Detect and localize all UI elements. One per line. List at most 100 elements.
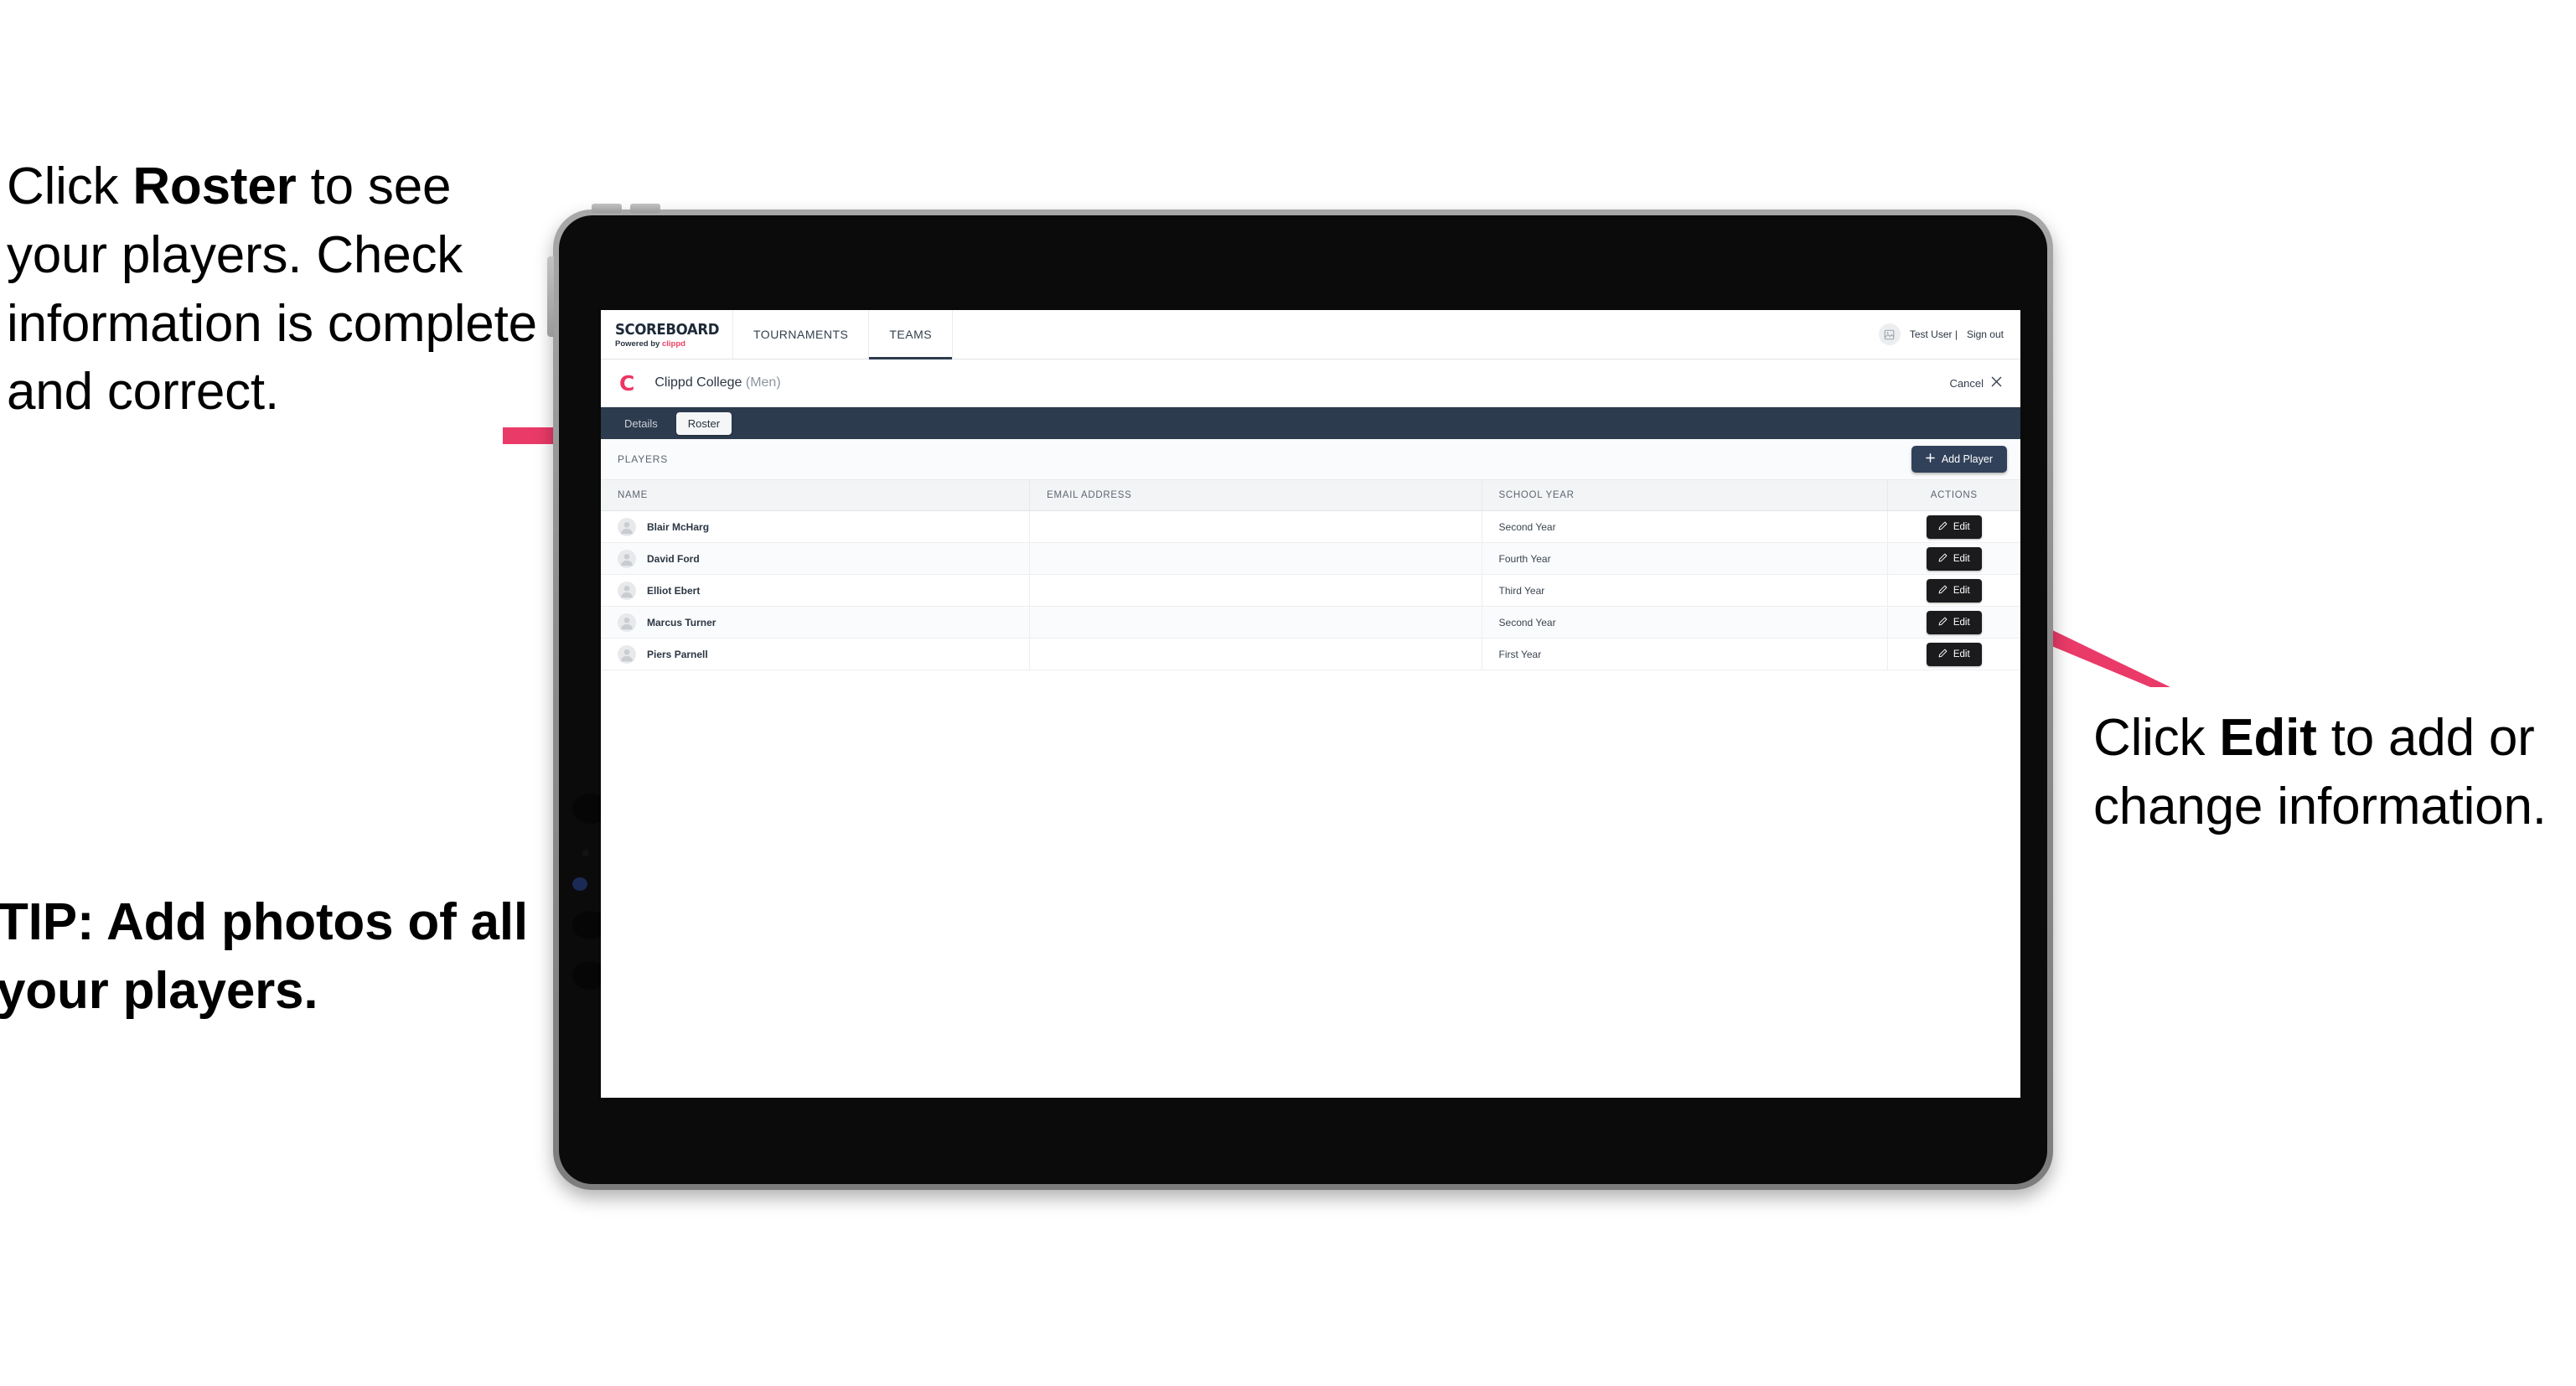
annotation-left-pre: Click [7,158,133,215]
table-row: David Ford Fourth Year Edit [601,542,2020,575]
edit-button[interactable]: Edit [1926,610,1982,634]
add-player-label: Add Player [1941,453,1993,465]
school-year-label: Third Year [1498,584,1545,597]
column-header-school-year: SCHOOL YEAR [1482,480,1888,511]
roster-table-body: Blair McHarg Second Year Edit David Ford Fou… [601,510,2020,670]
add-player-button[interactable]: Add Player [1911,446,2007,473]
cell-name: Elliot Ebert [601,574,1031,607]
team-name-label: Clippd College (Men) [654,375,780,390]
cancel-button[interactable]: Cancel [1950,376,2002,390]
user-area: Test User | Sign out [1878,310,2020,359]
roster-table-head: NAME EMAIL ADDRESS SCHOOL YEAR ACTIONS [601,480,2020,511]
brand-subtitle: Powered by clippd [615,339,732,349]
brand-title: SCOREBOARD [615,320,720,339]
school-year-label: First Year [1498,648,1542,660]
annotation-right-bold: Edit [2219,709,2317,767]
cell-actions: Edit [1887,542,2020,575]
person-placeholder-icon [618,644,636,664]
school-year-label: Fourth Year [1498,552,1551,565]
sign-out-link[interactable]: Sign out [1967,328,2004,340]
team-header: C Clippd College (Men) Cancel [601,359,2020,407]
cell-name: David Ford [601,542,1031,575]
sensor-dot-icon [582,850,589,856]
player-name-label: Marcus Turner [647,616,716,628]
players-section-label: PLAYERS [618,453,669,465]
edit-button[interactable]: Edit [1926,642,1982,666]
user-name-label: Test User | [1909,328,1958,340]
team-gender-text: (Men) [745,375,781,390]
plus-icon [1926,453,1935,465]
person-placeholder-icon [618,581,636,600]
image-placeholder-icon[interactable] [1878,323,1901,345]
annotation-right-pre: Click [2093,709,2220,767]
brand-sub-name: clippd [661,339,685,349]
brand-logo[interactable]: SCOREBOARD Powered by clippd [601,310,733,359]
close-icon [1991,376,2002,390]
tab-details[interactable]: Details [613,412,670,435]
app-window: SCOREBOARD Powered by clippd TOURNAMENTS… [601,310,2020,1098]
power-button[interactable] [547,256,554,337]
edit-button[interactable]: Edit [1926,515,1982,539]
clippd-logo-icon: C [619,370,635,396]
edit-button-label: Edit [1953,585,1970,596]
annotation-tip-photos: TIP: Add photos of all your players. [0,893,528,1020]
cell-email [1029,638,1482,670]
tab-roster[interactable]: Roster [675,411,732,435]
pencil-icon [1938,553,1948,565]
tablet-frame: SCOREBOARD Powered by clippd TOURNAMENTS… [547,204,2053,1190]
column-header-name: NAME [601,480,1031,511]
table-row: Marcus Turner Second Year Edit [601,606,2020,639]
nav-tab-teams[interactable]: TEAMS [869,310,954,359]
cell-school-year: Second Year [1482,606,1888,639]
player-name-label: Elliot Ebert [647,584,701,597]
column-header-actions: ACTIONS [1887,480,2020,511]
person-placeholder-icon [618,517,636,536]
cell-school-year: Second Year [1482,510,1888,543]
pencil-icon [1938,617,1948,628]
table-row: Piers Parnell First Year Edit [601,638,2020,670]
section-tab-strip: Details Roster [601,407,2020,439]
team-name-text: Clippd College [654,375,742,390]
players-section-bar: PLAYERS Add Player [601,439,2020,480]
player-name-label: Blair McHarg [647,520,710,533]
pencil-icon [1938,521,1948,533]
table-row: Blair McHarg Second Year Edit [601,510,2020,543]
cancel-label: Cancel [1949,376,1984,390]
edit-button-label: Edit [1953,521,1970,532]
cell-email [1029,574,1482,607]
edit-button[interactable]: Edit [1926,546,1982,571]
top-navigation-bar: SCOREBOARD Powered by clippd TOURNAMENTS… [601,310,2020,359]
volume-up-button[interactable] [592,204,622,213]
tablet-screen-bezel: SCOREBOARD Powered by clippd TOURNAMENTS… [559,215,2047,1184]
cell-school-year: First Year [1482,638,1888,670]
cell-email [1029,542,1482,575]
cell-actions: Edit [1887,606,2020,639]
school-year-label: Second Year [1498,520,1556,533]
volume-down-button[interactable] [630,204,660,213]
edit-button-label: Edit [1953,617,1970,628]
column-header-email: EMAIL ADDRESS [1029,480,1482,511]
person-placeholder-icon [618,549,636,568]
cell-school-year: Third Year [1482,574,1888,607]
edit-button-label: Edit [1953,553,1970,564]
pencil-icon [1938,585,1948,597]
table-row: Elliot Ebert Third Year Edit [601,574,2020,607]
cell-actions: Edit [1887,510,2020,543]
pencil-icon [1938,649,1948,660]
cell-school-year: Fourth Year [1482,542,1888,575]
cell-name: Blair McHarg [601,510,1031,543]
player-name-label: David Ford [647,552,700,565]
player-name-label: Piers Parnell [647,648,708,660]
cell-email [1029,510,1482,543]
cell-actions: Edit [1887,574,2020,607]
school-year-label: Second Year [1498,616,1556,628]
indicator-led-icon [572,877,587,891]
table-header-row: NAME EMAIL ADDRESS SCHOOL YEAR ACTIONS [601,480,2020,511]
tablet-device: SCOREBOARD Powered by clippd TOURNAMENTS… [547,204,2053,1190]
cell-name: Marcus Turner [601,606,1031,639]
edit-button[interactable]: Edit [1926,578,1982,602]
annotation-left-bold: Roster [132,158,297,215]
nav-tab-tournaments[interactable]: TOURNAMENTS [733,310,870,359]
cell-name: Piers Parnell [601,638,1031,670]
